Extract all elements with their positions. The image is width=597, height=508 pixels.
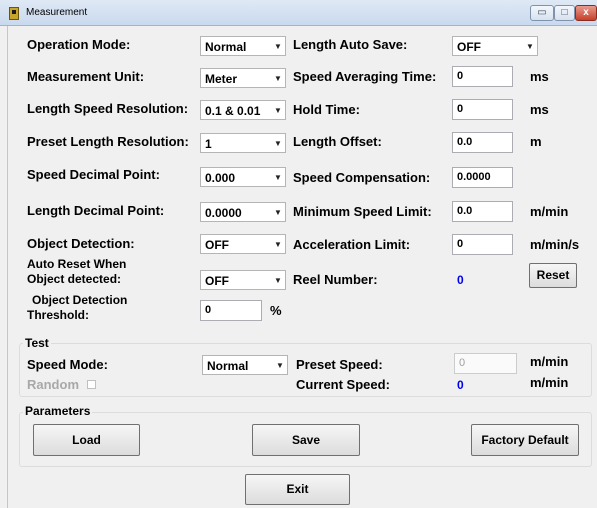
threshold-label-line2: Threshold: <box>27 308 89 322</box>
reel-number-label: Reel Number: <box>293 272 378 287</box>
length-decimal-point-combo[interactable]: 0.0000 ▼ <box>200 202 286 222</box>
auto-reset-combo[interactable]: OFF ▼ <box>200 270 286 290</box>
threshold-input[interactable]: 0 <box>200 300 262 321</box>
threshold-unit: % <box>270 303 282 318</box>
window-title: Measurement <box>26 7 88 18</box>
title-bar: Measurement ▭ □ x <box>0 0 597 26</box>
hold-time-value: 0 <box>457 103 464 115</box>
minimum-speed-limit-value: 0.0 <box>457 205 473 217</box>
reel-number-value: 0 <box>457 273 464 287</box>
chevron-down-icon: ▼ <box>274 139 282 148</box>
chevron-down-icon: ▼ <box>274 240 282 249</box>
reset-button[interactable]: Reset <box>529 263 577 288</box>
chevron-down-icon: ▼ <box>276 361 284 370</box>
preset-speed-input[interactable]: 0 <box>454 353 517 374</box>
acceleration-limit-input[interactable]: 0 <box>452 234 513 255</box>
length-offset-value: 0.0 <box>457 136 473 148</box>
preset-length-resolution-value: 1 <box>205 137 212 151</box>
factory-default-button[interactable]: Factory Default <box>471 424 579 456</box>
speed-mode-value: Normal <box>207 359 249 373</box>
length-offset-input[interactable]: 0.0 <box>452 132 513 153</box>
auto-reset-value: OFF <box>205 274 229 288</box>
length-auto-save-combo[interactable]: OFF ▼ <box>452 36 538 56</box>
operation-mode-label: Operation Mode: <box>27 37 131 52</box>
measurement-unit-value: Meter <box>205 72 238 86</box>
random-checkbox[interactable] <box>87 380 96 389</box>
chevron-down-icon: ▼ <box>274 74 282 83</box>
length-speed-resolution-label: Length Speed Resolution: <box>27 101 189 116</box>
length-offset-unit: m <box>530 134 542 149</box>
preset-speed-unit: m/min <box>530 354 569 369</box>
random-label: Random <box>27 377 79 392</box>
object-detection-value: OFF <box>205 238 229 252</box>
chevron-down-icon: ▼ <box>274 173 282 182</box>
chevron-down-icon: ▼ <box>274 208 282 217</box>
acceleration-limit-value: 0 <box>457 238 464 250</box>
threshold-value: 0 <box>205 304 212 316</box>
auto-reset-label-line2: Object detected: <box>27 272 122 286</box>
test-group-label: Test <box>23 336 51 350</box>
exit-button[interactable]: Exit <box>245 474 350 505</box>
threshold-label-line1: Object Detection <box>32 293 128 307</box>
operation-mode-combo[interactable]: Normal ▼ <box>200 36 286 56</box>
speed-mode-label: Speed Mode: <box>27 357 108 372</box>
length-auto-save-label: Length Auto Save: <box>293 37 408 52</box>
length-offset-label: Length Offset: <box>293 134 382 149</box>
speed-mode-combo[interactable]: Normal ▼ <box>202 355 288 375</box>
preset-speed-value: 0 <box>459 357 466 369</box>
close-button[interactable]: x <box>575 5 597 21</box>
current-speed-unit: m/min <box>530 375 569 390</box>
operation-mode-value: Normal <box>205 40 247 54</box>
acceleration-limit-unit: m/min/s <box>530 237 580 252</box>
hold-time-input[interactable]: 0 <box>452 99 513 120</box>
preset-speed-label: Preset Speed: <box>296 357 383 372</box>
speed-averaging-time-input[interactable]: 0 <box>452 66 513 87</box>
speed-averaging-time-unit: ms <box>530 69 549 84</box>
speed-compensation-value: 0.0000 <box>457 171 491 183</box>
measurement-unit-label: Measurement Unit: <box>27 69 145 84</box>
minimum-speed-limit-label: Minimum Speed Limit: <box>293 204 432 219</box>
maximize-button[interactable]: □ <box>554 5 575 21</box>
load-button[interactable]: Load <box>33 424 140 456</box>
length-decimal-point-value: 0.0000 <box>205 206 242 220</box>
parameters-group-label: Parameters <box>23 404 93 418</box>
preset-length-resolution-combo[interactable]: 1 ▼ <box>200 133 286 153</box>
length-decimal-point-label: Length Decimal Point: <box>27 203 165 218</box>
object-detection-combo[interactable]: OFF ▼ <box>200 234 286 254</box>
speed-averaging-time-value: 0 <box>457 70 464 82</box>
length-speed-resolution-value: 0.1 & 0.01 <box>205 104 261 118</box>
minimum-speed-limit-unit: m/min <box>530 204 569 219</box>
object-detection-label: Object Detection: <box>27 236 135 251</box>
acceleration-limit-label: Acceleration Limit: <box>293 237 411 252</box>
current-speed-value: 0 <box>457 378 464 392</box>
chevron-down-icon: ▼ <box>274 42 282 51</box>
speed-compensation-input[interactable]: 0.0000 <box>452 167 513 188</box>
minimize-button[interactable]: ▭ <box>530 5 554 21</box>
save-button[interactable]: Save <box>252 424 360 456</box>
current-speed-label: Current Speed: <box>296 377 390 392</box>
speed-decimal-point-label: Speed Decimal Point: <box>27 167 160 182</box>
measurement-unit-combo[interactable]: Meter ▼ <box>200 68 286 88</box>
hold-time-label: Hold Time: <box>293 102 360 117</box>
minimum-speed-limit-input[interactable]: 0.0 <box>452 201 513 222</box>
speed-averaging-time-label: Speed Averaging Time: <box>293 69 437 84</box>
length-auto-save-value: OFF <box>457 40 481 54</box>
speed-decimal-point-value: 0.000 <box>205 171 236 185</box>
auto-reset-label-line1: Auto Reset When <box>27 257 127 271</box>
length-speed-resolution-combo[interactable]: 0.1 & 0.01 ▼ <box>200 100 286 120</box>
preset-length-resolution-label: Preset Length Resolution: <box>27 134 189 149</box>
chevron-down-icon: ▼ <box>274 276 282 285</box>
speed-decimal-point-combo[interactable]: 0.000 ▼ <box>200 167 286 187</box>
speed-compensation-label: Speed Compensation: <box>293 170 431 185</box>
hold-time-unit: ms <box>530 102 549 117</box>
chevron-down-icon: ▼ <box>274 106 282 115</box>
app-icon <box>9 7 19 20</box>
chevron-down-icon: ▼ <box>526 42 534 51</box>
